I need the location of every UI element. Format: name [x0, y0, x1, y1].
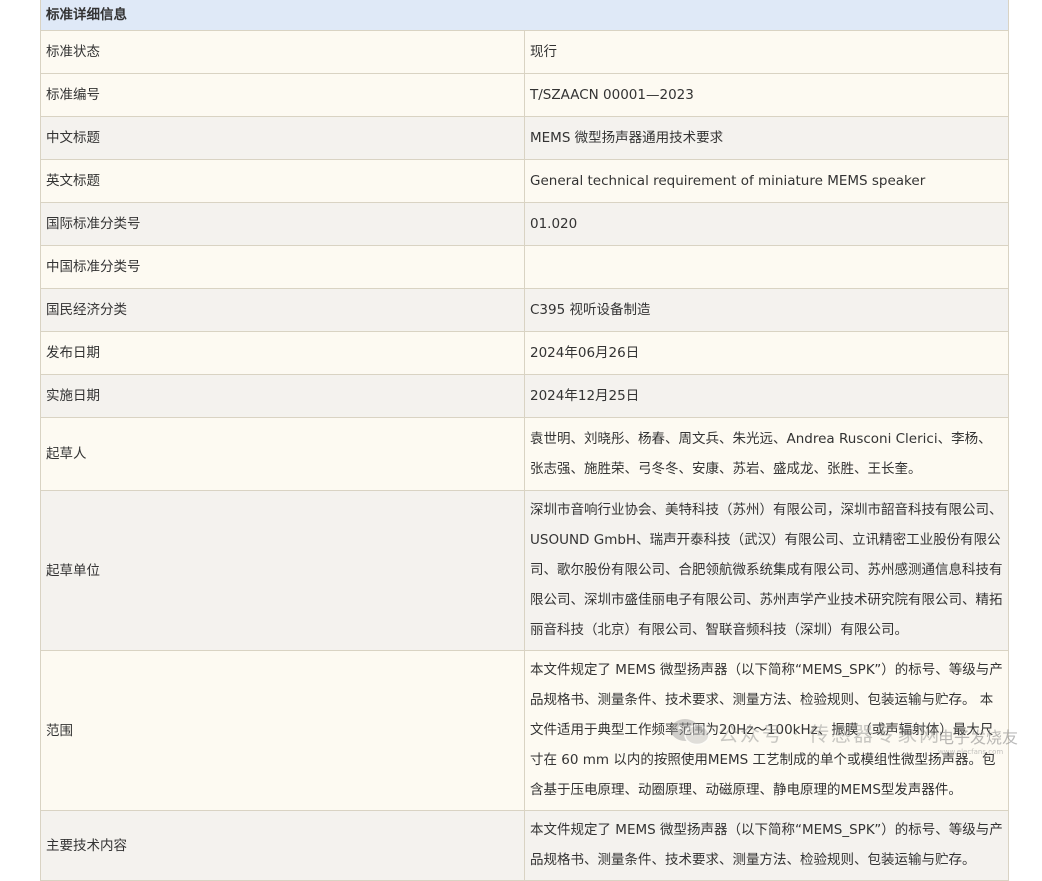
row-label: 英文标题	[40, 159, 525, 203]
row-label: 国民经济分类	[40, 288, 525, 332]
row-label: 起草单位	[40, 490, 525, 651]
table-row: 国民经济分类 C395 视听设备制造	[40, 288, 1009, 332]
table-row: 标准编号 T/SZAACN 00001—2023	[40, 73, 1009, 117]
row-value: 2024年06月26日	[524, 331, 1009, 375]
row-label: 中国标准分类号	[40, 245, 525, 289]
table-header: 标准详细信息	[40, 0, 1009, 31]
row-label: 国际标准分类号	[40, 202, 525, 246]
row-label: 发布日期	[40, 331, 525, 375]
row-label: 范围	[40, 650, 525, 811]
row-value: 深圳市音响行业协会、美特科技（苏州）有限公司，深圳市韶音科技有限公司、USOUN…	[524, 490, 1009, 651]
row-value: 本文件规定了 MEMS 微型扬声器（以下简称“MEMS_SPK”）的标号、等级与…	[524, 810, 1009, 881]
row-value: C395 视听设备制造	[524, 288, 1009, 332]
row-label: 标准编号	[40, 73, 525, 117]
row-value	[524, 245, 1009, 289]
table-row: 英文标题 General technical requirement of mi…	[40, 159, 1009, 203]
row-value: MEMS 微型扬声器通用技术要求	[524, 116, 1009, 160]
table-header-row: 标准详细信息	[40, 0, 1009, 31]
row-value: T/SZAACN 00001—2023	[524, 73, 1009, 117]
standard-detail-panel: 标准详细信息 标准状态 现行 标准编号 T/SZAACN 00001—2023 …	[40, 0, 1010, 881]
table-row: 发布日期 2024年06月26日	[40, 331, 1009, 375]
table-row: 范围 本文件规定了 MEMS 微型扬声器（以下简称“MEMS_SPK”）的标号、…	[40, 650, 1009, 811]
row-label: 实施日期	[40, 374, 525, 418]
row-value: 袁世明、刘晓彤、杨春、周文兵、朱光远、Andrea Rusconi Cleric…	[524, 417, 1009, 491]
table-row: 实施日期 2024年12月25日	[40, 374, 1009, 418]
row-value: 2024年12月25日	[524, 374, 1009, 418]
table-row: 中国标准分类号	[40, 245, 1009, 289]
table-row: 中文标题 MEMS 微型扬声器通用技术要求	[40, 116, 1009, 160]
row-value: 01.020	[524, 202, 1009, 246]
row-value: General technical requirement of miniatu…	[524, 159, 1009, 203]
row-value: 本文件规定了 MEMS 微型扬声器（以下简称“MEMS_SPK”）的标号、等级与…	[524, 650, 1009, 811]
row-label: 主要技术内容	[40, 810, 525, 881]
table-row: 起草人 袁世明、刘晓彤、杨春、周文兵、朱光远、Andrea Rusconi Cl…	[40, 417, 1009, 491]
row-value: 现行	[524, 30, 1009, 74]
table-row: 标准状态 现行	[40, 30, 1009, 74]
row-label: 起草人	[40, 417, 525, 491]
standard-detail-table: 标准详细信息 标准状态 现行 标准编号 T/SZAACN 00001—2023 …	[40, 0, 1009, 881]
table-row: 起草单位 深圳市音响行业协会、美特科技（苏州）有限公司，深圳市韶音科技有限公司、…	[40, 490, 1009, 651]
row-label: 标准状态	[40, 30, 525, 74]
table-row: 国际标准分类号 01.020	[40, 202, 1009, 246]
table-row: 主要技术内容 本文件规定了 MEMS 微型扬声器（以下简称“MEMS_SPK”）…	[40, 810, 1009, 881]
row-label: 中文标题	[40, 116, 525, 160]
